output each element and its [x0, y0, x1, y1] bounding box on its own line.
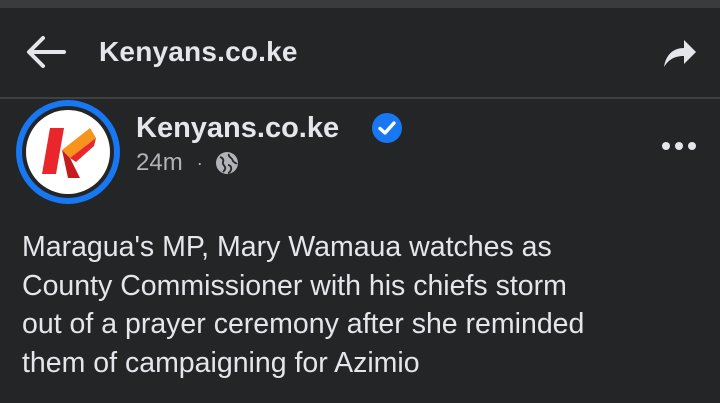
page-avatar[interactable] — [16, 100, 120, 204]
kenyans-logo — [26, 110, 110, 194]
meta-separator: · — [196, 152, 203, 173]
more-options-button[interactable] — [658, 130, 700, 160]
header-divider — [0, 97, 720, 99]
globe-icon — [215, 152, 238, 174]
kenyans-k-logo-icon — [42, 128, 96, 178]
post-text-line: out of a prayer ceremony after she remin… — [22, 308, 585, 340]
post-meta: 24m · — [136, 148, 239, 178]
more-horizontal-icon — [662, 142, 696, 150]
share-button[interactable] — [660, 34, 698, 72]
post-text-line: them of campaigning for Azimio — [22, 346, 420, 379]
post-screen: Kenyans.co.ke Kenyans.co.ke 24m · Maragu… — [0, 0, 720, 403]
page-title: Kenyans.co.ke — [99, 36, 298, 67]
post-text-line: Maragua's MP, Mary Wamaua watches as — [22, 231, 552, 263]
back-button[interactable] — [24, 34, 68, 70]
status-bar-strip — [0, 0, 720, 8]
share-arrow-icon — [664, 40, 696, 67]
post-body: Maragua's MP, Mary Wamaua watches as Cou… — [22, 228, 712, 382]
verified-badge-icon — [372, 113, 402, 143]
arrow-left-icon — [27, 36, 66, 68]
post-author-name[interactable]: Kenyans.co.ke — [136, 110, 339, 146]
post-text-line: County Commissioner with his chiefs stor… — [22, 269, 567, 302]
top-app-bar: Kenyans.co.ke — [0, 8, 720, 95]
post-timestamp[interactable]: 24m — [136, 149, 183, 177]
